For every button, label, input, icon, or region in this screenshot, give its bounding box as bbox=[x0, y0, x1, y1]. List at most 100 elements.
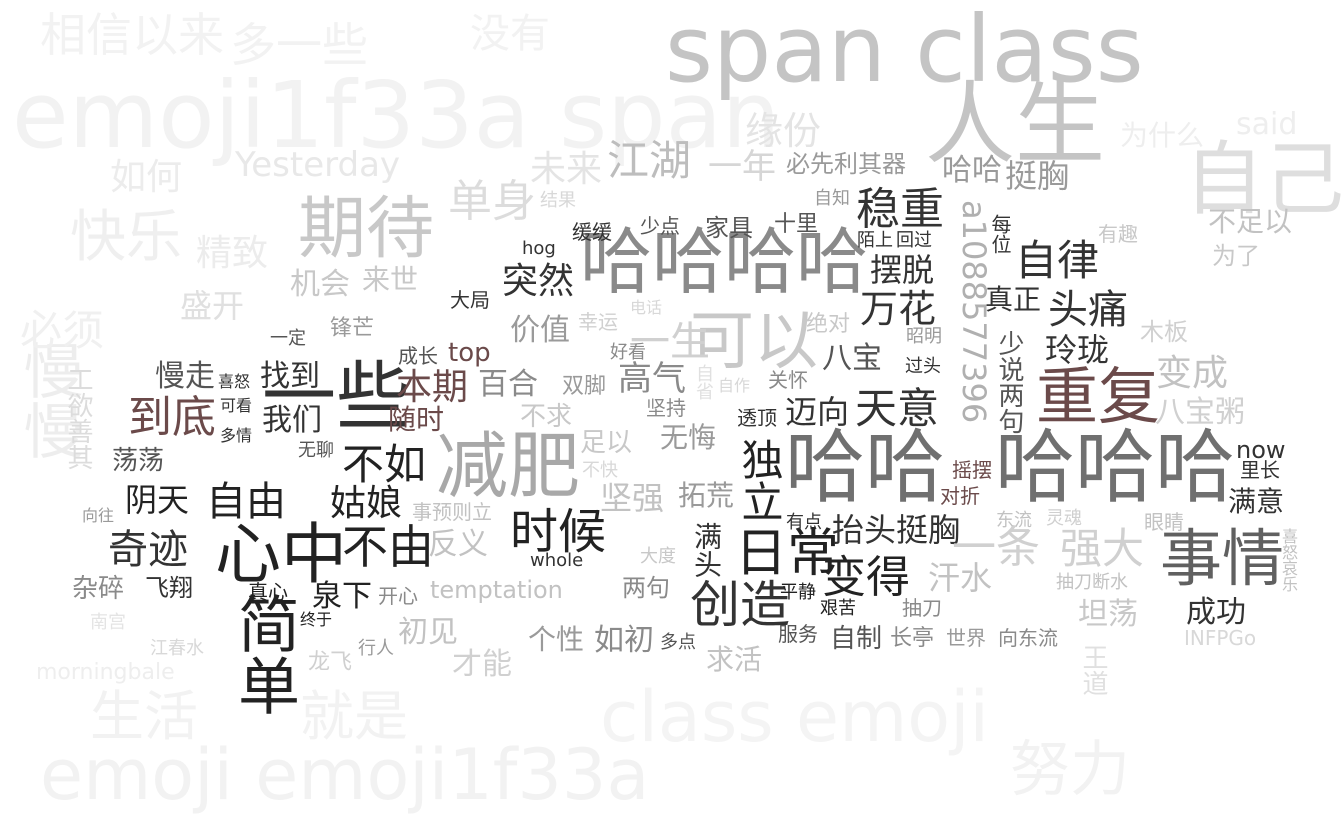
word-118: 少说两句 bbox=[994, 330, 1024, 434]
word-77: 泉下 bbox=[312, 579, 372, 614]
word-10: 必先利其器 bbox=[786, 150, 906, 178]
word-111: 好看 bbox=[610, 342, 646, 363]
word-152: 结果 bbox=[540, 190, 576, 211]
word-166: 相信以来 bbox=[40, 8, 224, 62]
word-21: 头痛 bbox=[1048, 287, 1128, 333]
word-51: 创造 bbox=[690, 576, 790, 634]
word-135: 王道 bbox=[1078, 644, 1108, 696]
word-120: 过头 bbox=[905, 356, 941, 377]
word-87: 自制 bbox=[830, 624, 883, 654]
word-122: 透顶 bbox=[737, 406, 777, 430]
word-18: 哈哈哈 bbox=[995, 421, 1235, 514]
word-47: 姑娘 bbox=[330, 483, 403, 524]
word-95: 双脚 bbox=[562, 374, 607, 399]
word-50: 变得 bbox=[822, 552, 910, 603]
word-112: 绝对 bbox=[806, 312, 851, 337]
word-104: 大局 bbox=[450, 288, 490, 312]
word-6: Yesterday bbox=[235, 145, 401, 185]
word-128: 艰苦 bbox=[820, 598, 856, 619]
word-89: 世界 bbox=[946, 626, 986, 650]
word-52: 独立 bbox=[735, 438, 784, 522]
word-cloud: span class emoji1f33a span 人生 自己 期待 快乐 Yesterd… bbox=[0, 0, 1344, 840]
word-157: 工欲善其 bbox=[63, 366, 93, 470]
word-33: 事情 bbox=[1160, 522, 1285, 595]
word-147: 行人 bbox=[358, 638, 394, 659]
word-78: 开心 bbox=[378, 584, 418, 608]
word-53: 天意 bbox=[855, 384, 940, 433]
word-145: 向往 bbox=[82, 506, 115, 525]
word-46: 不如 bbox=[342, 440, 427, 489]
word-132: 抽刀断水 bbox=[1056, 572, 1128, 593]
word-138: 不快 bbox=[582, 460, 618, 481]
word-113: 陌上 bbox=[857, 230, 893, 251]
word-9: 一年 bbox=[708, 147, 776, 187]
word-125: 有点 bbox=[786, 512, 822, 533]
word-119: 昭明 bbox=[906, 326, 942, 347]
word-141: 一定 bbox=[270, 328, 306, 349]
word-44: 本期 bbox=[396, 367, 469, 408]
word-28: 有趣 bbox=[1098, 222, 1138, 246]
word-100: 来世 bbox=[362, 263, 419, 296]
word-142: 喜怒 bbox=[218, 372, 251, 391]
word-102: 锋芒 bbox=[330, 316, 375, 341]
word-54: 万花 bbox=[860, 287, 937, 331]
word-63: 迈向 bbox=[785, 393, 850, 431]
word-106: 十里 bbox=[774, 212, 819, 237]
word-158: 如何 bbox=[110, 157, 183, 198]
word-64: 抬头挺胸 bbox=[832, 511, 961, 549]
word-124: 对折 bbox=[940, 484, 980, 508]
word-129: 抽刀 bbox=[902, 596, 942, 620]
word-59: 突然 bbox=[502, 261, 575, 302]
word-17: 哈哈 bbox=[785, 421, 945, 514]
word-27: 为了 bbox=[1212, 242, 1260, 270]
word-110: 幸运 bbox=[578, 310, 618, 334]
word-127: 平静 bbox=[780, 582, 816, 603]
word-8: 江湖 bbox=[607, 136, 692, 185]
word-126: 满头 bbox=[690, 522, 723, 578]
word-86: 服务 bbox=[778, 622, 818, 646]
word-15: 未来 bbox=[530, 149, 603, 190]
word-25: 八宝粥 bbox=[1155, 395, 1245, 430]
word-96: 不求 bbox=[520, 402, 573, 432]
word-121: 关怀 bbox=[768, 368, 808, 392]
word-70: 我们 bbox=[262, 403, 322, 438]
word-23: 玲珑 bbox=[1045, 331, 1110, 369]
word-92: 拓荒 bbox=[678, 479, 735, 512]
word-24: 变成 bbox=[1156, 353, 1229, 394]
word-85: 求活 bbox=[706, 643, 763, 676]
word-32: 满意 bbox=[1228, 485, 1285, 518]
word-160: 必须 bbox=[20, 306, 105, 355]
word-14: 单身 bbox=[448, 176, 536, 227]
word-74: 杂碎 bbox=[72, 574, 125, 604]
word-144: 多情 bbox=[220, 426, 253, 445]
word-170: 南宫 bbox=[90, 612, 126, 633]
word-161: emoji emoji1f33a bbox=[40, 734, 650, 816]
word-146: 终于 bbox=[300, 610, 333, 629]
word-117: 真正 bbox=[985, 283, 1042, 316]
word-55: 八宝 bbox=[822, 341, 882, 376]
word-137: 大度 bbox=[640, 546, 676, 567]
word-109: hog bbox=[522, 238, 556, 259]
word-12: 挺胸 bbox=[1005, 157, 1070, 195]
word-84: 如初 bbox=[594, 623, 654, 658]
word-73: 荡荡 bbox=[112, 446, 165, 476]
word-72: 慢走 bbox=[155, 359, 215, 394]
word-36: 成功 bbox=[1186, 595, 1246, 630]
word-4: 期待 bbox=[298, 190, 435, 269]
word-155: 自省 bbox=[693, 364, 714, 400]
word-45: 随时 bbox=[388, 403, 445, 436]
word-38: 减肥 bbox=[436, 424, 581, 508]
word-164: 就是 bbox=[300, 685, 408, 748]
word-80: 两句 bbox=[622, 574, 670, 602]
word-130: 东流 bbox=[996, 510, 1032, 531]
word-7: 缘份 bbox=[745, 109, 822, 153]
word-66: 汗水 bbox=[928, 559, 993, 597]
word-101: 盛开 bbox=[180, 287, 245, 325]
word-167: 多一些 bbox=[230, 18, 368, 72]
word-151: 坚持 bbox=[646, 396, 686, 420]
word-171: 为什么 bbox=[1120, 119, 1205, 152]
word-81: 初见 bbox=[398, 615, 458, 650]
word-56: 摆脱 bbox=[870, 251, 935, 289]
word-136: whole bbox=[530, 550, 584, 571]
word-13: 稳重 bbox=[856, 184, 944, 235]
